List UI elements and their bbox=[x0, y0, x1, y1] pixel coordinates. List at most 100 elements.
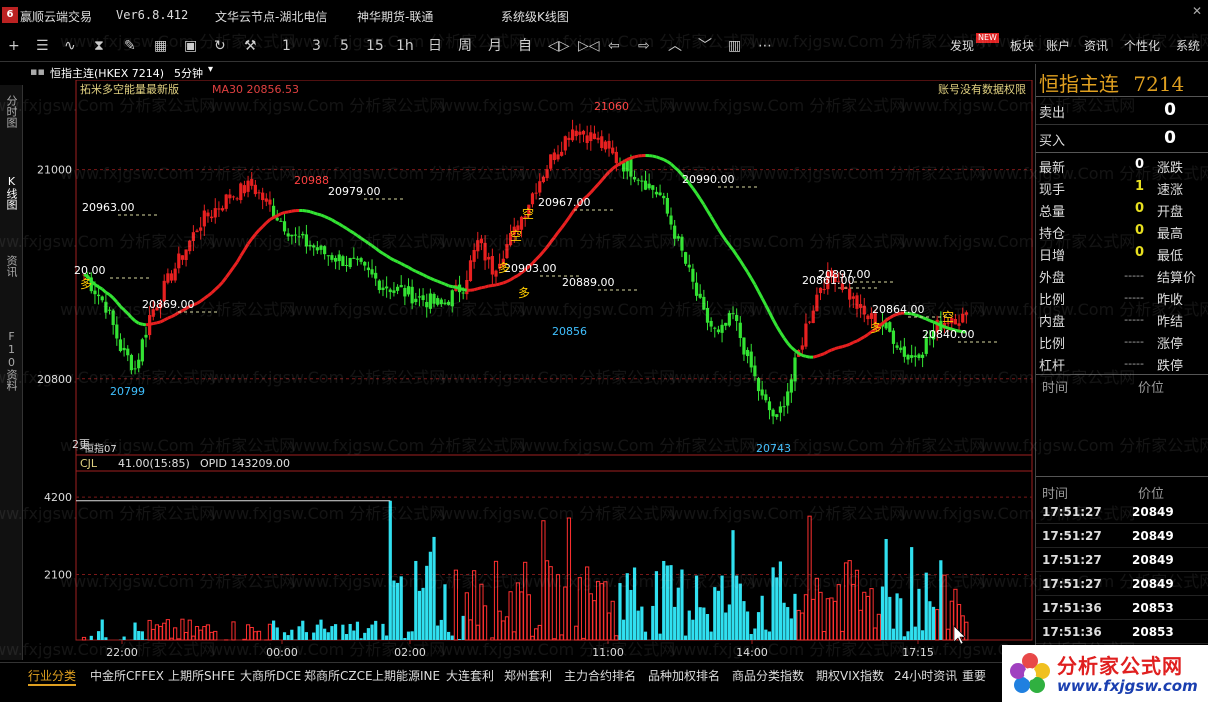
menu-account[interactable]: 账户 bbox=[1046, 37, 1070, 54]
ma30-segment bbox=[214, 285, 220, 291]
period-day[interactable]: 日 bbox=[428, 36, 442, 56]
exchange-tab[interactable]: 大商所DCE bbox=[240, 667, 301, 684]
candle-icon[interactable]: ⧗ bbox=[94, 36, 104, 56]
volume-bar bbox=[884, 538, 888, 640]
ma30-segment bbox=[221, 276, 228, 284]
exchange-tab[interactable]: 上期所SHFE bbox=[168, 667, 235, 684]
ma30-segment bbox=[426, 275, 431, 280]
tab-f10[interactable]: F10资料 bbox=[0, 330, 22, 391]
candle-body bbox=[578, 131, 582, 135]
server-node[interactable]: 文华云节点-湖北电信 bbox=[215, 8, 327, 25]
ma30-segment bbox=[801, 353, 807, 358]
tab-timeshare[interactable]: 分时图 bbox=[0, 95, 22, 128]
period-5[interactable]: 5 bbox=[340, 36, 349, 56]
brand-logo: 分析家公式网 www.fxjgsw.com bbox=[1002, 645, 1208, 702]
draw-icon[interactable]: ✎ bbox=[124, 36, 136, 56]
ma30-segment bbox=[385, 254, 392, 260]
exchange-tab[interactable]: 大连套利 bbox=[446, 667, 494, 684]
ma30-segment bbox=[936, 322, 942, 327]
quote-row-value: 0 bbox=[1134, 223, 1144, 238]
volume-bar bbox=[814, 577, 819, 641]
volume-bar bbox=[702, 607, 706, 640]
candle-body bbox=[326, 255, 330, 257]
candle-body bbox=[304, 234, 309, 247]
menu-sector[interactable]: 板块 bbox=[1010, 37, 1034, 54]
candle-body bbox=[235, 198, 239, 200]
volume-bar bbox=[680, 569, 684, 640]
exchange-tab[interactable]: 郑商所CZCE bbox=[304, 667, 373, 684]
ma30-segment bbox=[470, 288, 475, 292]
ma30-segment bbox=[123, 308, 129, 315]
exchange-tab[interactable]: 行业分类 bbox=[28, 667, 77, 686]
chart-canvas[interactable]: 21000 20800 4200 2100 20963.00 2098820979.00 2… bbox=[24, 80, 1034, 662]
arrow-right-icon[interactable]: ⇨ bbox=[638, 36, 650, 56]
save-icon[interactable]: ▣ bbox=[184, 36, 197, 56]
chevron-down-icon[interactable]: ﹀ bbox=[698, 36, 712, 56]
ma30-segment bbox=[820, 352, 825, 357]
candle-body bbox=[552, 152, 556, 161]
refresh-icon[interactable]: ↻ bbox=[214, 36, 226, 56]
grid-icon[interactable]: ▦ bbox=[154, 36, 167, 56]
line-chart-icon[interactable]: ∿ bbox=[64, 36, 76, 56]
zoom-in-icon[interactable]: ◁▷ bbox=[548, 36, 570, 56]
tab-kline[interactable]: K线图 bbox=[0, 175, 22, 210]
exchange-tab[interactable]: 重要 bbox=[962, 667, 986, 684]
zoom-out-icon[interactable]: ▷◁ bbox=[578, 36, 600, 56]
period-dropdown-icon[interactable]: ▾ bbox=[208, 64, 213, 75]
quote-row-label2: 昨收 bbox=[1157, 293, 1184, 308]
candle-body bbox=[673, 225, 677, 239]
list-icon[interactable]: ☰ bbox=[36, 36, 49, 56]
ma30-segment bbox=[126, 312, 133, 319]
menu-news[interactable]: 资讯 bbox=[1084, 37, 1108, 54]
quote-row: 最新 0 涨跌 bbox=[1036, 154, 1208, 176]
tab-news[interactable]: 资讯 bbox=[0, 255, 22, 277]
tools-icon[interactable]: ⚒ bbox=[244, 36, 257, 56]
arrow-left-icon[interactable]: ⇦ bbox=[608, 36, 620, 56]
ma30-segment bbox=[349, 229, 355, 235]
ma30-segment bbox=[149, 322, 154, 326]
period-custom[interactable]: 自 bbox=[518, 36, 532, 56]
candle-body bbox=[220, 208, 225, 211]
broker-name[interactable]: 神华期货-联通 bbox=[357, 8, 433, 25]
exchange-tab[interactable]: 商品分类指数 bbox=[732, 667, 804, 684]
candle-body bbox=[545, 169, 549, 179]
candle-body bbox=[490, 255, 494, 275]
period-3[interactable]: 3 bbox=[312, 36, 321, 56]
period-15[interactable]: 15 bbox=[366, 36, 384, 56]
period-week[interactable]: 周 bbox=[458, 36, 472, 56]
exchange-tab[interactable]: 期权VIX指数 bbox=[816, 667, 884, 684]
period-select[interactable]: 5分钟 bbox=[174, 65, 203, 81]
ma30-segment bbox=[119, 305, 126, 312]
candle-body bbox=[173, 268, 177, 281]
exchange-tab[interactable]: 中金所CFFEX bbox=[90, 667, 164, 684]
period-1h[interactable]: 1h bbox=[396, 36, 414, 56]
menu-discover[interactable]: 发现 bbox=[950, 37, 974, 54]
volume-bar bbox=[764, 629, 768, 640]
tick-row: 17:51:27 20849 bbox=[1036, 524, 1208, 548]
volume-bar bbox=[256, 630, 262, 641]
exchange-tab[interactable]: 品种加权排名 bbox=[648, 667, 720, 684]
chevron-up-icon[interactable]: ︿ bbox=[668, 36, 682, 56]
ma30-segment bbox=[415, 269, 421, 275]
volume-bar bbox=[735, 575, 739, 640]
ma30-segment bbox=[709, 215, 717, 224]
window-close-icon[interactable]: ✕ bbox=[1192, 4, 1202, 18]
exchange-tab[interactable]: 上期能源INE bbox=[372, 667, 440, 684]
exchange-tab[interactable]: 郑州套利 bbox=[504, 667, 552, 684]
exchange-tab[interactable]: 24小时资讯 bbox=[894, 667, 957, 684]
quote-row-value: ----- bbox=[1124, 357, 1144, 370]
more-icon[interactable]: ⋯ bbox=[758, 36, 772, 56]
layout-icon[interactable]: ▥ bbox=[728, 36, 741, 56]
volume-bar bbox=[151, 628, 156, 641]
period-1[interactable]: 1 bbox=[282, 36, 291, 56]
symbol-name[interactable]: 恒指主连(HKEX 7214) bbox=[50, 65, 164, 81]
exchange-tab[interactable]: 主力合约排名 bbox=[564, 667, 636, 684]
volume-bar bbox=[876, 613, 881, 641]
ma30-segment bbox=[706, 209, 713, 218]
menu-personalize[interactable]: 个性化 bbox=[1124, 37, 1160, 54]
menu-system[interactable]: 系统 bbox=[1176, 37, 1200, 54]
candle-body bbox=[290, 234, 294, 237]
period-month[interactable]: 月 bbox=[488, 36, 502, 56]
kline-chart[interactable]: 21000 20800 4200 2100 20963.00 20988 20979.00 2… bbox=[24, 80, 1034, 662]
add-icon[interactable]: + bbox=[8, 36, 20, 56]
